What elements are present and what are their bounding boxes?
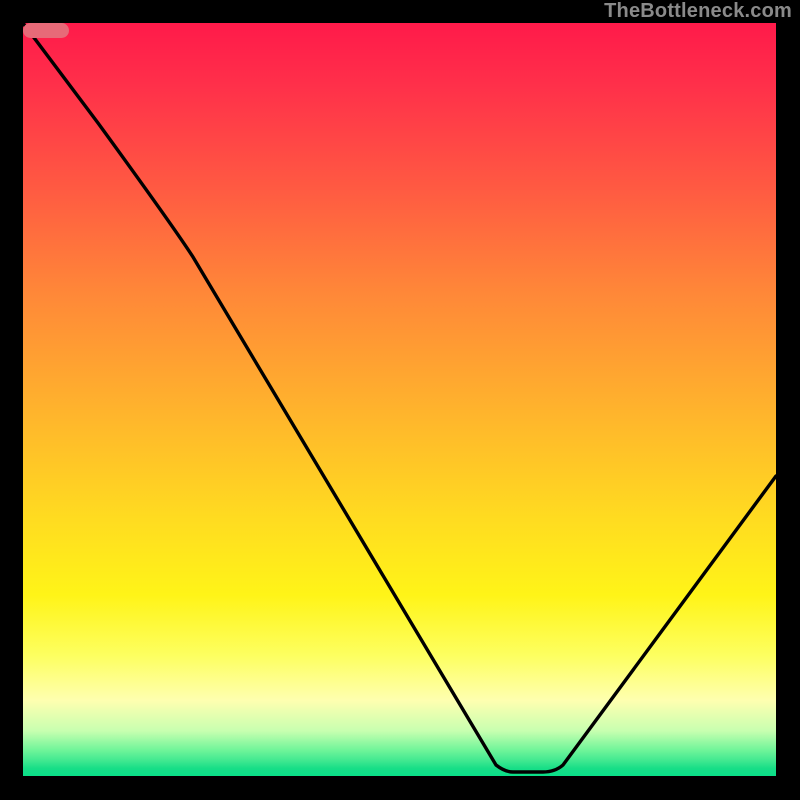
chart-frame [23, 23, 776, 776]
curve-path [23, 23, 776, 772]
optimal-marker [23, 23, 69, 38]
watermark-text: TheBottleneck.com [604, 0, 792, 23]
bottleneck-curve [23, 23, 776, 776]
